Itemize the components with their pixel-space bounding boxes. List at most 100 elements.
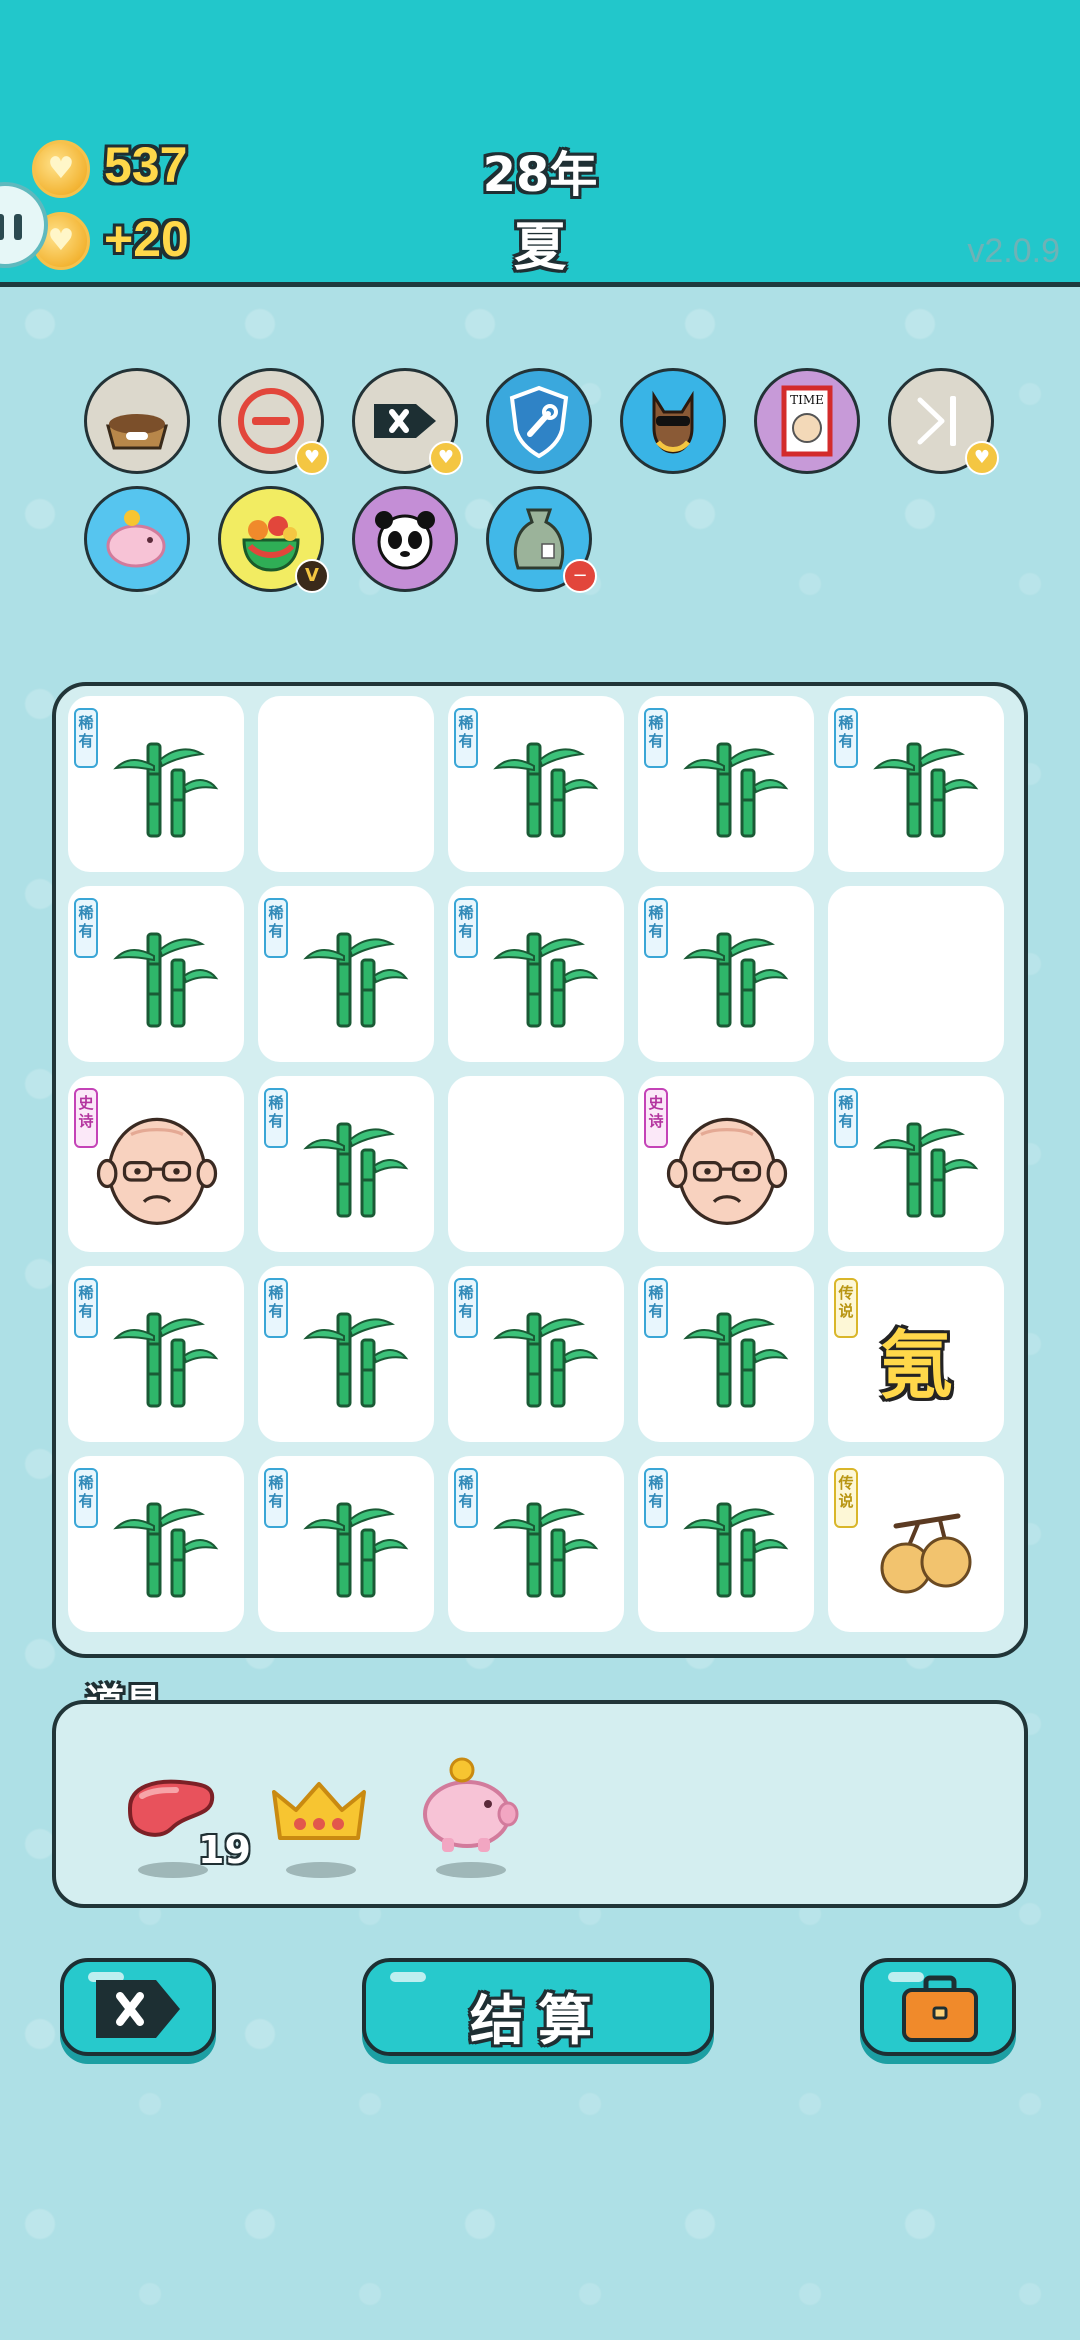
time-magazine-icon[interactable]: TIME [754, 368, 860, 474]
grid-cell[interactable]: 稀有 [638, 1456, 814, 1632]
grid-cell[interactable]: 稀有 [68, 886, 244, 1062]
rarity-tag: 稀有 [454, 898, 478, 958]
grid-cell[interactable]: 稀有 [828, 696, 1004, 872]
rarity-tag: 稀有 [74, 1468, 98, 1528]
bamboo-icon [493, 1312, 599, 1408]
old-man-icon [666, 1117, 788, 1225]
panda-icon[interactable] [352, 486, 458, 592]
coin-badge-icon: ♥ [429, 441, 463, 475]
v-badge-icon: V [295, 559, 329, 593]
coin-income: +20 [104, 211, 189, 267]
piggy-shadow [436, 1862, 506, 1878]
grid-cell[interactable]: 传说氪 [828, 1266, 1004, 1442]
liver-count: 19 [198, 1828, 251, 1872]
bamboo-icon [683, 742, 789, 838]
walnuts-icon [880, 1513, 972, 1594]
piggy-bank-item[interactable] [412, 1750, 522, 1860]
grid-cell[interactable]: 稀有 [828, 1076, 1004, 1252]
bamboo-icon [113, 742, 219, 838]
shield-wrench-icon-art [509, 385, 569, 459]
rarity-tag: 稀有 [264, 1468, 288, 1528]
grid-cell[interactable]: 稀有 [258, 886, 434, 1062]
rarity-tag: 稀有 [644, 898, 668, 958]
panda-icon-art [375, 511, 435, 570]
bamboo-icon [113, 932, 219, 1028]
bamboo-icon [493, 1502, 599, 1598]
rarity-tag: 稀有 [264, 1278, 288, 1338]
cool-dog-icon-art [652, 390, 694, 454]
version-label: v2.0.9 [967, 232, 1060, 270]
old-man-icon [96, 1117, 218, 1225]
cool-dog-icon[interactable] [620, 368, 726, 474]
grid-cell[interactable]: 史诗 [68, 1076, 244, 1252]
grid-cell[interactable]: 稀有 [448, 1266, 624, 1442]
season-label: 夏 [513, 218, 566, 278]
grid-cell[interactable]: 稀有 [448, 1456, 624, 1632]
grid-cell[interactable]: 稀有 [638, 696, 814, 872]
rarity-tag: 稀有 [264, 898, 288, 958]
bamboo-icon [303, 1502, 409, 1598]
delete-tag-icon [96, 1980, 180, 2038]
sack-icon[interactable]: − [486, 486, 597, 593]
crown-item[interactable] [264, 1756, 374, 1866]
inventory-button[interactable] [860, 1958, 1016, 2056]
skip-icon[interactable]: ♥ [888, 368, 999, 475]
coin-badge-icon: ♥ [965, 441, 999, 475]
grid-cell[interactable]: 稀有 [448, 696, 624, 872]
settle-button-label: 结算 [470, 1989, 606, 2052]
grid-cell-empty[interactable] [448, 1076, 624, 1252]
rarity-tag: 稀有 [454, 1468, 478, 1528]
grid-cell[interactable]: 稀有 [68, 1456, 244, 1632]
bamboo-icon [493, 742, 599, 838]
reel-grid: 稀有 稀有 稀有 稀有 稀有 稀有 稀有 稀有 史诗 稀有 史诗 稀有 稀有 稀有 稀有 稀有 传说氪稀有 稀有稀… [52, 682, 1028, 1658]
minus-badge-icon: − [563, 559, 597, 593]
pet-food-bowl-icon-art [106, 414, 168, 450]
remove-symbol-button[interactable] [60, 1958, 216, 2056]
pause-bar-right [14, 214, 22, 240]
items-panel: 19 [52, 1700, 1028, 1908]
grid-cell-empty[interactable] [828, 886, 1004, 1062]
pause-bar-left [0, 214, 4, 240]
grid-cell[interactable]: 史诗 [638, 1076, 814, 1252]
grid-cell-empty[interactable] [258, 696, 434, 872]
krypton-symbol: 氪 [879, 1323, 953, 1409]
rarity-tag: 稀有 [644, 1468, 668, 1528]
bamboo-icon [303, 1122, 409, 1218]
coin-icon [32, 140, 90, 198]
rarity-tag: 稀有 [454, 1278, 478, 1338]
shield-wrench-icon[interactable] [486, 368, 592, 474]
rarity-tag: 稀有 [834, 708, 858, 768]
bamboo-icon [873, 742, 979, 838]
grid-cell[interactable]: 稀有 [68, 696, 244, 872]
fruit-basket-icon[interactable]: V [218, 486, 329, 593]
rarity-tag: 稀有 [644, 1278, 668, 1338]
bamboo-icon [493, 932, 599, 1028]
bamboo-icon [873, 1122, 979, 1218]
piggy-bank-icon[interactable] [84, 486, 190, 592]
bamboo-icon [683, 1312, 789, 1408]
bamboo-icon [683, 1502, 789, 1598]
coin-badge-icon: ♥ [295, 441, 329, 475]
remove-token-icon[interactable]: ♥ [218, 368, 329, 475]
pet-food-bowl-icon[interactable] [84, 368, 190, 474]
grid-cell[interactable]: 稀有 [258, 1266, 434, 1442]
rarity-tag: 稀有 [74, 708, 98, 768]
grid-cell[interactable]: 稀有 [258, 1076, 434, 1252]
rarity-tag: 稀有 [74, 898, 98, 958]
year-label: 28年 [482, 147, 598, 203]
grid-cell[interactable]: 稀有 [258, 1456, 434, 1632]
bamboo-icon [113, 1312, 219, 1408]
grid-cell[interactable]: 稀有 [68, 1266, 244, 1442]
piggy-bank-icon [423, 1757, 519, 1852]
piggy-bank-icon-art [106, 510, 166, 568]
grid-cell[interactable]: 稀有 [638, 1266, 814, 1442]
grid-cell[interactable]: 传说 [828, 1456, 1004, 1632]
delete-tag-icon[interactable]: ♥ [352, 368, 463, 475]
crown-shadow [286, 1862, 356, 1878]
grid-cell[interactable]: 稀有 [638, 886, 814, 1062]
grid-cell[interactable]: 稀有 [448, 886, 624, 1062]
svg-text:TIME: TIME [790, 393, 824, 407]
rarity-tag: 稀有 [644, 708, 668, 768]
rarity-tag: 稀有 [74, 1278, 98, 1338]
settle-button[interactable]: 结算 [362, 1958, 714, 2056]
